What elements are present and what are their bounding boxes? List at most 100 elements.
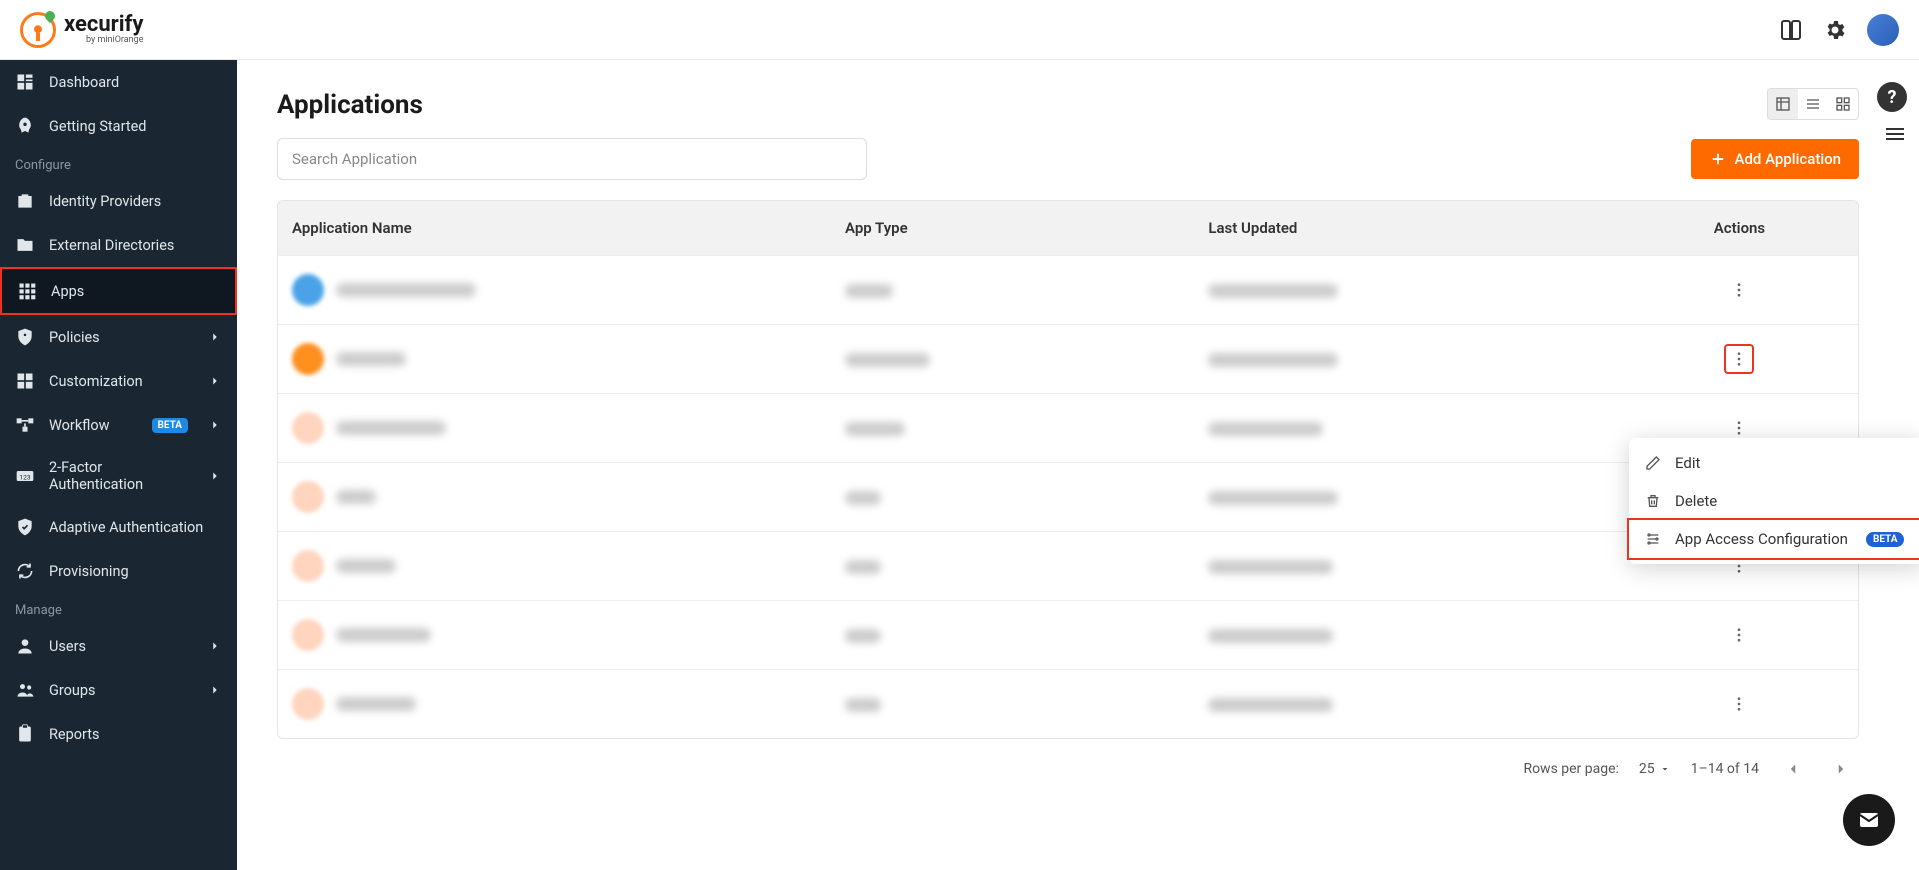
main-content: Applications Add Application Application… <box>237 60 1919 870</box>
brand-name: xecurify <box>64 14 143 36</box>
mail-icon <box>1857 808 1881 832</box>
col-header-actions: Actions <box>1621 201 1858 255</box>
app-type-redacted <box>845 560 881 574</box>
brand-byline: by miniOrange <box>64 36 143 45</box>
view-toggle <box>1767 88 1859 120</box>
app-icon <box>292 688 324 720</box>
sidebar-item-dashboard[interactable]: Dashboard <box>0 60 237 104</box>
app-name-redacted <box>336 283 476 297</box>
gear-icon[interactable] <box>1823 18 1847 42</box>
sync-icon <box>15 561 35 581</box>
sidebar-label: Getting Started <box>49 118 146 135</box>
rows-per-page-select[interactable]: 25 <box>1639 761 1671 777</box>
menu-item-app-access[interactable]: App Access Configuration BETA <box>1627 518 1919 560</box>
app-icon <box>292 550 324 582</box>
help-button[interactable]: ? <box>1877 82 1907 112</box>
col-header-name: Application Name <box>278 201 831 255</box>
menu-item-edit[interactable]: Edit <box>1629 444 1919 482</box>
table-row[interactable] <box>278 600 1858 669</box>
view-grid-button[interactable] <box>1828 89 1858 119</box>
sidebar-label: External Directories <box>49 237 174 254</box>
app-name-redacted <box>336 352 406 366</box>
table-row[interactable] <box>278 531 1858 600</box>
rows-per-page-label: Rows per page: <box>1523 761 1618 777</box>
sidebar-item-ext-dir[interactable]: External Directories <box>0 223 237 267</box>
table-row[interactable] <box>278 669 1858 738</box>
chat-button[interactable] <box>1843 794 1895 846</box>
sidebar-item-apps[interactable]: Apps <box>0 267 237 315</box>
app-icon <box>292 619 324 651</box>
row-actions-button[interactable] <box>1724 275 1754 305</box>
chevron-down-icon <box>1659 763 1671 775</box>
sidebar-item-workflow[interactable]: Workflow BETA <box>0 403 237 447</box>
sidebar-item-2fa[interactable]: 123 2-Factor Authentication <box>0 447 237 505</box>
rows-value: 25 <box>1639 761 1655 777</box>
row-actions-button[interactable] <box>1724 344 1754 374</box>
table-row[interactable] <box>278 255 1858 324</box>
briefcase-icon <box>15 191 35 211</box>
sidebar: Dashboard Getting Started Configure Iden… <box>0 60 237 870</box>
sidebar-item-idp[interactable]: Identity Providers <box>0 179 237 223</box>
sidebar-label: Policies <box>49 329 100 346</box>
sidebar-item-groups[interactable]: Groups <box>0 668 237 712</box>
menu-item-delete[interactable]: Delete <box>1629 482 1919 520</box>
docs-icon[interactable] <box>1779 18 1803 42</box>
logo-icon <box>20 12 56 48</box>
row-actions-menu: Edit Delete App Access Configuration BET… <box>1629 438 1919 564</box>
avatar[interactable] <box>1867 14 1899 46</box>
sidebar-label: Workflow <box>49 417 110 434</box>
view-list-button[interactable] <box>1798 89 1828 119</box>
sidebar-label: Identity Providers <box>49 193 161 210</box>
app-type-redacted <box>845 422 905 436</box>
beta-badge: BETA <box>152 418 189 433</box>
sidebar-item-policies[interactable]: Policies <box>0 315 237 359</box>
sidebar-item-reports[interactable]: Reports <box>0 712 237 756</box>
app-name-redacted <box>336 697 416 711</box>
app-updated-redacted <box>1208 560 1333 574</box>
search-input[interactable] <box>277 138 867 180</box>
add-button-label: Add Application <box>1735 150 1842 168</box>
app-updated-redacted <box>1208 353 1338 367</box>
sidebar-label: Reports <box>49 726 100 743</box>
chevron-right-icon <box>208 330 222 344</box>
check-shield-icon <box>15 517 35 537</box>
menu-label: Edit <box>1675 454 1700 472</box>
app-type-redacted <box>845 284 893 298</box>
sidebar-item-customization[interactable]: Customization <box>0 359 237 403</box>
app-icon <box>292 343 324 375</box>
view-table-button[interactable] <box>1768 89 1798 119</box>
group-icon <box>15 680 35 700</box>
app-type-redacted <box>845 698 881 712</box>
brand-logo[interactable]: xecurify by miniOrange <box>20 12 143 48</box>
next-page-button[interactable] <box>1827 755 1855 783</box>
table-row[interactable] <box>278 393 1858 462</box>
sidebar-item-users[interactable]: Users <box>0 624 237 668</box>
workflow-icon <box>15 415 35 435</box>
sidebar-section-manage: Manage <box>0 593 237 624</box>
table-row[interactable] <box>278 462 1858 531</box>
app-type-redacted <box>845 353 930 367</box>
chevron-right-icon <box>208 469 222 483</box>
row-actions-button[interactable] <box>1724 620 1754 650</box>
more-vert-icon <box>1730 695 1748 713</box>
shield-icon <box>15 327 35 347</box>
chevron-right-icon <box>208 418 222 432</box>
table-row[interactable] <box>278 324 1858 393</box>
trash-icon <box>1645 493 1661 509</box>
side-menu-button[interactable] <box>1883 122 1907 146</box>
app-icon <box>292 274 324 306</box>
col-header-updated: Last Updated <box>1194 201 1621 255</box>
sidebar-item-adaptive[interactable]: Adaptive Authentication <box>0 505 237 549</box>
sidebar-item-getting-started[interactable]: Getting Started <box>0 104 237 148</box>
pencil-icon <box>1645 455 1661 471</box>
add-application-button[interactable]: Add Application <box>1691 139 1860 179</box>
app-updated-redacted <box>1208 284 1338 298</box>
sidebar-label: Groups <box>49 682 96 699</box>
app-updated-redacted <box>1208 491 1338 505</box>
topbar: xecurify by miniOrange <box>0 0 1919 60</box>
prev-page-button[interactable] <box>1779 755 1807 783</box>
row-actions-button[interactable] <box>1724 689 1754 719</box>
sidebar-label: Apps <box>51 283 84 300</box>
sidebar-label: 2-Factor Authentication <box>49 459 194 493</box>
sidebar-item-provisioning[interactable]: Provisioning <box>0 549 237 593</box>
